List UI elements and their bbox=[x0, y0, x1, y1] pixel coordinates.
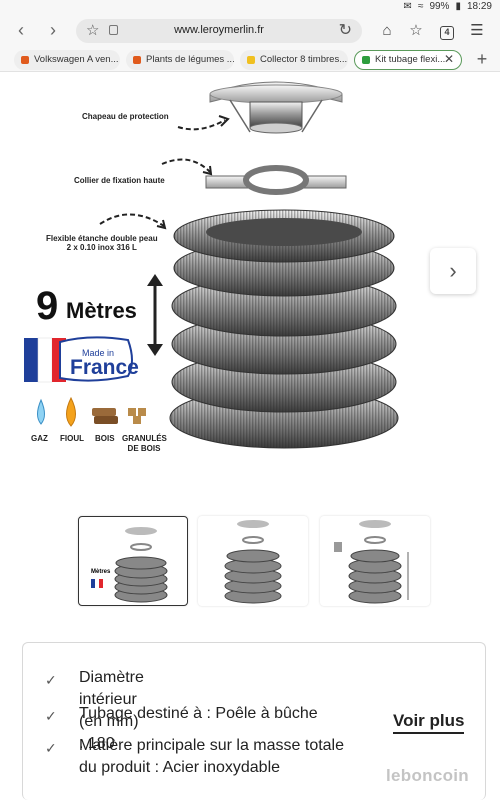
thumbnail-1[interactable]: Mètres bbox=[78, 516, 188, 606]
badge-france: France bbox=[70, 356, 139, 379]
thumbnail-image bbox=[334, 520, 409, 604]
tab-kit-tubage[interactable]: Kit tubage flexi... ✕ bbox=[354, 50, 462, 70]
check-icon: ✓ bbox=[45, 672, 57, 688]
status-bar: ✉ ≈ 99% ▮ 18:29 bbox=[0, 0, 500, 14]
menu-icon[interactable]: ☰ bbox=[466, 20, 488, 42]
thumbnail-image: Mètres bbox=[91, 527, 168, 603]
tab-label: Volkswagen A ven... bbox=[34, 54, 119, 65]
fuel-label-granules: GRANULÉS DE BOIS bbox=[122, 434, 167, 453]
spec-text: Matière principale sur la masse totale d… bbox=[79, 735, 344, 779]
browser-toolbar: ‹ › ☆ www.leroymerlin.fr ↻ ⌂ ☆ 4 ☰ bbox=[0, 14, 500, 48]
favicon-icon bbox=[362, 56, 370, 64]
tab-plants[interactable]: Plants de légumes ... bbox=[126, 50, 234, 70]
spec-text: Tubage destiné à : Poêle à bûche bbox=[79, 705, 318, 722]
spec-text-line1: Matière principale sur la masse totale bbox=[79, 737, 345, 754]
caption-collier: Collier de fixation haute bbox=[74, 176, 165, 185]
battery-level: 99% bbox=[429, 1, 450, 12]
thumbnail-image bbox=[224, 520, 282, 604]
favicon-icon bbox=[133, 56, 141, 64]
back-icon[interactable]: ‹ bbox=[10, 19, 32, 41]
thumbnail-2[interactable] bbox=[198, 516, 308, 606]
tab-label: Kit tubage flexi... bbox=[375, 54, 446, 65]
caption-flexible-line1: Flexible étanche double peau bbox=[46, 234, 158, 243]
flexible-pipe-coil-illustration bbox=[169, 209, 399, 449]
close-tab-icon[interactable]: ✕ bbox=[444, 51, 454, 68]
next-image-button[interactable]: › bbox=[430, 248, 476, 294]
leboncoin-watermark: leboncoin bbox=[386, 766, 469, 785]
tabs-button[interactable]: 4 bbox=[436, 20, 458, 42]
tab-collector[interactable]: Collector 8 timbres... bbox=[240, 50, 348, 70]
length-unit: Mètres bbox=[66, 298, 137, 323]
wifi-icon: ≈ bbox=[417, 1, 424, 12]
home-icon[interactable]: ⌂ bbox=[376, 20, 398, 42]
product-image[interactable]: Chapeau de protection Collier de fixatio… bbox=[0, 72, 500, 492]
check-icon: ✓ bbox=[45, 740, 57, 756]
tab-label: Plants de légumes ... bbox=[146, 54, 234, 65]
fuel-label-bois: BOIS bbox=[95, 434, 115, 443]
caption-flexible: Flexible étanche double peau 2 x 0.10 in… bbox=[46, 234, 158, 252]
favicon-icon bbox=[247, 56, 255, 64]
notification-icon: ✉ bbox=[403, 1, 412, 12]
thumbnail-length-text: Mètres bbox=[91, 569, 111, 575]
chimney-cap-illustration bbox=[209, 81, 343, 134]
new-tab-icon[interactable]: + bbox=[472, 50, 492, 70]
chevron-right-icon: › bbox=[449, 258, 457, 283]
fuel-label-gaz: GAZ bbox=[31, 434, 48, 443]
product-illustration bbox=[24, 81, 399, 449]
tab-label: Collector 8 timbres... bbox=[260, 54, 348, 65]
length-number: 9 bbox=[36, 284, 59, 328]
clock: 18:29 bbox=[466, 1, 492, 12]
tab-strip: Volkswagen A ven... Plants de légumes ..… bbox=[0, 48, 500, 72]
see-more-link[interactable]: Voir plus bbox=[393, 711, 465, 734]
check-icon: ✓ bbox=[45, 708, 57, 724]
reload-icon[interactable]: ↻ bbox=[339, 20, 352, 40]
caption-chapeau: Chapeau de protection bbox=[82, 112, 169, 121]
battery-icon: ▮ bbox=[455, 1, 461, 12]
tab-volkswagen[interactable]: Volkswagen A ven... bbox=[14, 50, 120, 70]
fuel-icons bbox=[37, 396, 146, 427]
bookmarks-icon[interactable]: ☆ bbox=[405, 20, 427, 42]
favicon-icon bbox=[21, 56, 29, 64]
address-bar[interactable]: ☆ www.leroymerlin.fr ↻ bbox=[76, 19, 362, 43]
url-text: www.leroymerlin.fr bbox=[174, 24, 264, 36]
fixing-collar-illustration bbox=[205, 165, 347, 195]
forward-icon[interactable]: › bbox=[42, 19, 64, 41]
fuel-label-fioul: FIOUL bbox=[60, 434, 84, 443]
caption-flexible-line2: 2 x 0.10 inox 316 L bbox=[66, 243, 137, 252]
spec-text-line2: du produit : Acier inoxydable bbox=[79, 759, 281, 776]
thumbnail-3[interactable] bbox=[320, 516, 430, 606]
